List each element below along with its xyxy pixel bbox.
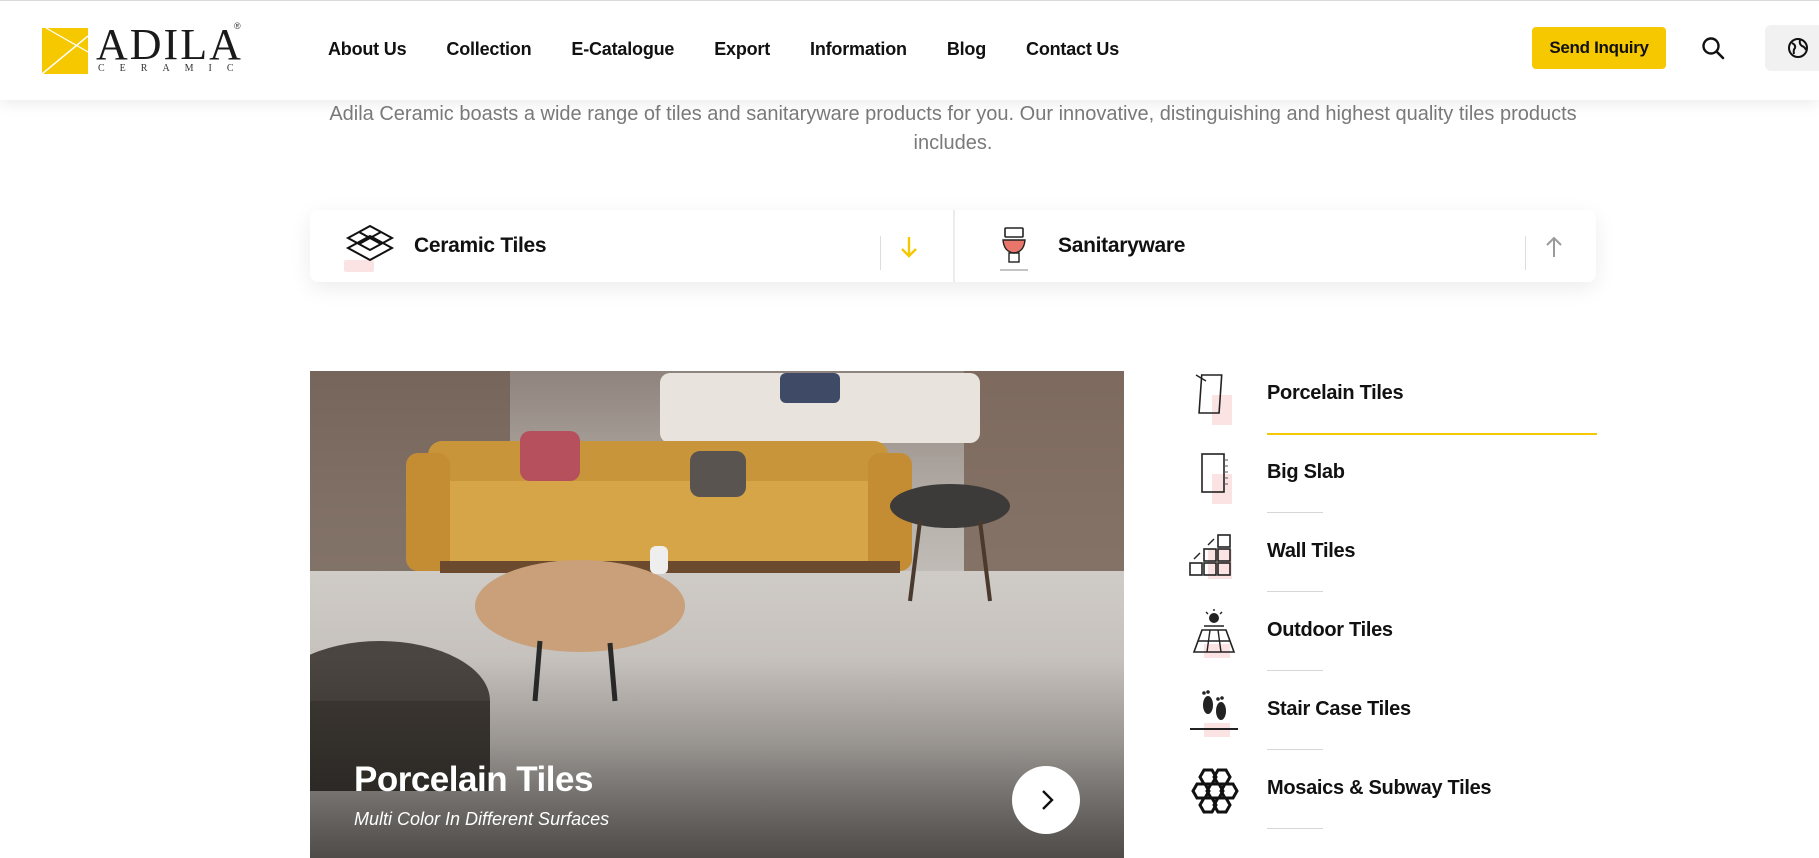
next-slide-button[interactable] xyxy=(1012,766,1080,834)
tile-type-big-slab[interactable]: Big Slab xyxy=(1186,446,1596,525)
logo-wordmark: ADILA xyxy=(96,20,243,69)
active-underline xyxy=(1267,433,1597,435)
item-underline xyxy=(1267,828,1323,829)
toilet-icon xyxy=(1000,227,1028,271)
divider xyxy=(880,236,881,270)
brand-logo[interactable]: ADILA CERAMIC ® xyxy=(42,21,242,77)
item-underline xyxy=(1267,591,1323,592)
site-header: ADILA CERAMIC ® About Us Collection E-Ca… xyxy=(0,0,1819,100)
tile-type-porcelain[interactable]: Porcelain Tiles xyxy=(1186,367,1597,446)
nav-e-catalogue[interactable]: E-Catalogue xyxy=(571,39,674,60)
intro-text: Adila Ceramic boasts a wide range of til… xyxy=(329,103,1577,154)
nav-about-us[interactable]: About Us xyxy=(328,39,407,60)
outdoor-tiles-icon xyxy=(1192,609,1236,653)
tile-type-label: Big Slab xyxy=(1267,461,1345,483)
language-button[interactable] xyxy=(1765,25,1819,71)
tile-type-wall[interactable]: Wall Tiles xyxy=(1186,525,1596,604)
logo-tagline: CERAMIC xyxy=(98,63,249,74)
globe-icon xyxy=(1788,38,1808,58)
tile-type-outdoor[interactable]: Outdoor Tiles xyxy=(1186,604,1596,683)
search-icon[interactable] xyxy=(1700,35,1726,61)
category-label: Sanitaryware xyxy=(1058,234,1186,257)
mosaic-hexagon-icon xyxy=(1191,768,1239,814)
porcelain-tile-icon xyxy=(1195,374,1223,414)
tile-type-label: Porcelain Tiles xyxy=(1267,382,1404,404)
tile-type-label: Mosaics & Subway Tiles xyxy=(1267,777,1492,799)
tile-type-label: Outdoor Tiles xyxy=(1267,619,1393,641)
tile-type-label: Wall Tiles xyxy=(1267,540,1356,562)
tiles-diamond-icon xyxy=(345,224,395,262)
item-underline xyxy=(1267,512,1323,513)
nav-export[interactable]: Export xyxy=(714,39,770,60)
item-underline xyxy=(1267,670,1323,671)
tile-type-label: Stair Case Tiles xyxy=(1267,698,1411,720)
arrow-up-icon xyxy=(1546,236,1562,257)
wall-tiles-icon xyxy=(1189,534,1231,576)
hero-subtitle: Multi Color In Different Surfaces xyxy=(354,809,610,829)
divider xyxy=(1525,236,1526,270)
main-nav: About Us Collection E-Catalogue Export I… xyxy=(328,39,1159,60)
category-toggle-bar: Ceramic Tiles Sanitaryware xyxy=(310,210,1596,282)
tile-type-stair-case[interactable]: Stair Case Tiles xyxy=(1186,683,1596,762)
nav-information[interactable]: Information xyxy=(810,39,907,60)
logo-registered-mark: ® xyxy=(234,21,241,31)
chevron-right-icon xyxy=(1042,790,1054,810)
send-inquiry-button[interactable]: Send Inquiry xyxy=(1532,27,1666,69)
featured-product-image[interactable]: Porcelain Tiles Multi Color In Different… xyxy=(310,371,1124,858)
tile-type-mosaics-subway[interactable]: Mosaics & Subway Tiles xyxy=(1186,762,1596,841)
stair-case-icon xyxy=(1190,690,1238,730)
nav-blog[interactable]: Blog xyxy=(947,39,986,60)
big-slab-icon xyxy=(1201,453,1228,493)
logo-mark-icon xyxy=(42,28,88,74)
nav-contact-us[interactable]: Contact Us xyxy=(1026,39,1119,60)
nav-collection[interactable]: Collection xyxy=(446,39,531,60)
item-underline xyxy=(1267,749,1323,750)
category-ceramic-tiles[interactable]: Ceramic Tiles xyxy=(310,210,953,282)
category-label: Ceramic Tiles xyxy=(414,234,547,257)
category-sanitaryware[interactable]: Sanitaryware xyxy=(953,210,1596,282)
hero-title: Porcelain Tiles xyxy=(354,760,593,799)
arrow-down-icon xyxy=(901,237,917,258)
